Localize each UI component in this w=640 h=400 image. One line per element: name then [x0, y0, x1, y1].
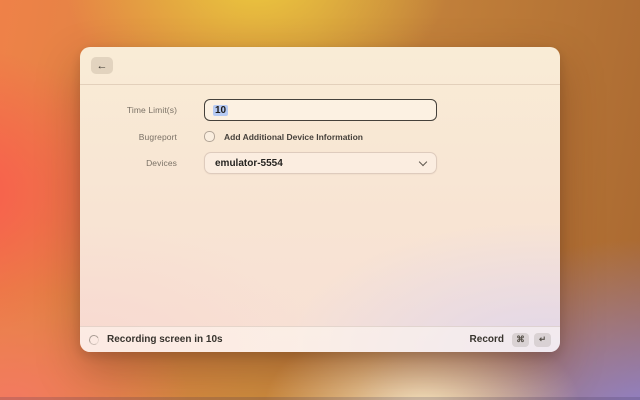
bugreport-checkbox[interactable] [204, 131, 215, 142]
footer-actions: Record ⌘ ↵ [470, 333, 551, 347]
bugreport-checkbox-label: Add Additional Device Information [224, 132, 363, 142]
window-header: ← [80, 47, 560, 85]
record-action-button[interactable]: Record [470, 334, 504, 345]
chevron-down-icon [419, 158, 427, 166]
form-row-time-limit: Time Limit(s) 10 [80, 99, 560, 121]
form-row-bugreport: Bugreport Add Additional Device Informat… [80, 130, 560, 143]
time-limit-value: 10 [213, 105, 228, 116]
devices-dropdown-value: emulator-5554 [215, 158, 283, 169]
time-limit-input[interactable]: 10 [204, 99, 437, 121]
form-row-devices: Devices emulator-5554 [80, 152, 560, 174]
back-button[interactable]: ← [91, 57, 113, 74]
time-limit-label: Time Limit(s) [80, 105, 177, 115]
status-text: Recording screen in 10s [107, 334, 223, 345]
footer-status: Recording screen in 10s [89, 334, 223, 345]
window-footer: Recording screen in 10s Record ⌘ ↵ [80, 326, 560, 352]
spinner-icon [88, 333, 100, 345]
recording-form: Time Limit(s) 10 Bugreport Add Additiona… [80, 99, 560, 174]
return-key-icon: ↵ [534, 333, 551, 347]
app-window: ← Time Limit(s) 10 Bugreport Add Additio… [80, 47, 560, 352]
bugreport-checkbox-row: Add Additional Device Information [204, 131, 363, 142]
command-key-icon: ⌘ [512, 333, 529, 347]
devices-dropdown[interactable]: emulator-5554 [204, 152, 437, 174]
bugreport-label: Bugreport [80, 132, 177, 142]
back-arrow-icon: ← [97, 60, 108, 72]
devices-label: Devices [80, 158, 177, 168]
